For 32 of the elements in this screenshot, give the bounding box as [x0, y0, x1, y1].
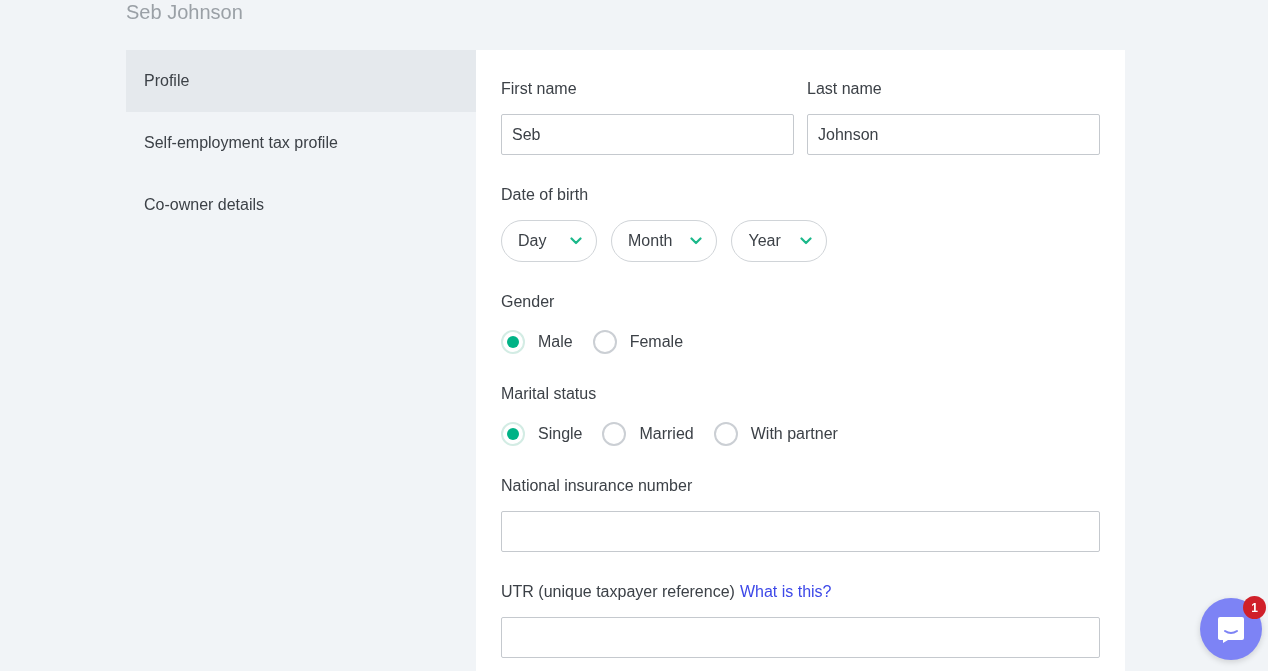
chat-bubble-icon	[1216, 614, 1246, 644]
chevron-down-icon	[800, 237, 813, 245]
field-label: Last name	[807, 79, 883, 99]
radio-label[interactable]: Male	[538, 333, 573, 351]
notification-badge: 1	[1243, 596, 1266, 619]
sidebar-item[interactable]: Co-owner details	[126, 174, 476, 236]
radio-label[interactable]: Married	[639, 425, 694, 443]
radio-label[interactable]: Single	[538, 425, 583, 443]
field-label: Marital status	[501, 384, 598, 404]
radio-button[interactable]	[501, 330, 525, 354]
sidebar-item[interactable]: Profile	[126, 50, 476, 112]
radio-button[interactable]	[602, 422, 627, 446]
input-field[interactable]: Johnson	[807, 114, 1100, 155]
field-label: National insurance number	[501, 476, 694, 496]
chat-button[interactable]	[1200, 598, 1262, 660]
chevron-down-icon	[690, 237, 703, 245]
page-title: Seb Johnson	[126, 0, 244, 25]
radio-button[interactable]	[713, 422, 738, 446]
chevron-down-icon	[570, 237, 582, 245]
help-link[interactable]: What is this?	[739, 582, 832, 602]
field-label: Date of birth	[501, 185, 590, 205]
input-field[interactable]: Seb	[501, 114, 794, 155]
field-label: Gender	[501, 292, 556, 312]
field-label: First name	[501, 79, 578, 99]
sidebar-item[interactable]: Self-employment tax profile	[126, 112, 476, 174]
radio-label[interactable]: Female	[629, 333, 684, 351]
input-field[interactable]	[501, 511, 1100, 552]
radio-button[interactable]	[592, 330, 617, 354]
input-field[interactable]	[501, 617, 1100, 658]
radio-button[interactable]	[501, 422, 525, 446]
field-label: UTR (unique taxpayer reference)	[501, 582, 735, 602]
radio-label[interactable]: With partner	[750, 425, 838, 443]
